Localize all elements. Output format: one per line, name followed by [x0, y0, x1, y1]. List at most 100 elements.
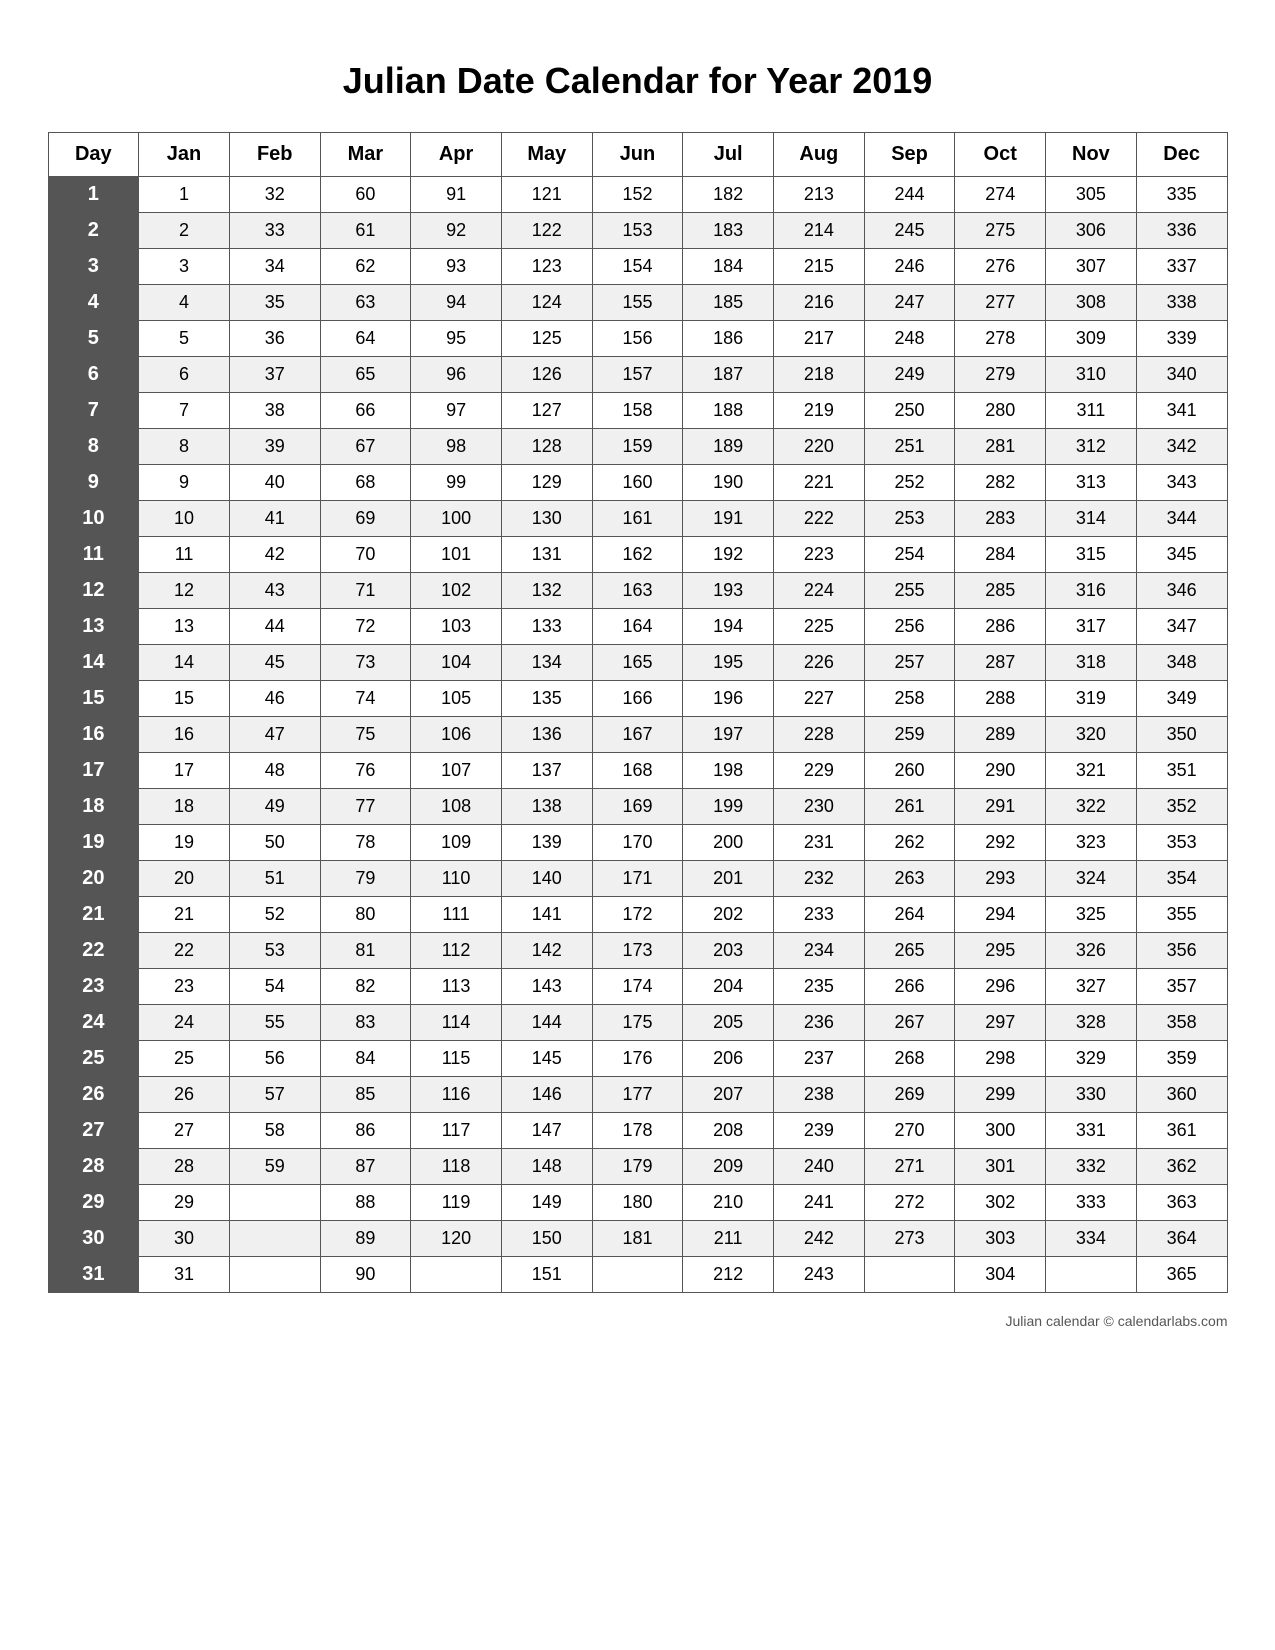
julian-day-cell-mar: 67: [320, 429, 411, 465]
julian-day-cell-sep: 247: [864, 285, 955, 321]
julian-day-cell-nov: 323: [1046, 825, 1137, 861]
julian-day-cell-dec: 349: [1136, 681, 1227, 717]
julian-day-cell-feb: 48: [229, 753, 320, 789]
table-row: 22225381112142173203234265295326356: [48, 933, 1227, 969]
julian-day-cell-mar: 88: [320, 1185, 411, 1221]
julian-day-cell-aug: 229: [774, 753, 865, 789]
julian-day-cell-jan: 17: [139, 753, 230, 789]
table-row: 44356394124155185216247277308338: [48, 285, 1227, 321]
julian-day-cell-dec: 363: [1136, 1185, 1227, 1221]
julian-day-cell-aug: 222: [774, 501, 865, 537]
julian-day-cell-sep: 248: [864, 321, 955, 357]
julian-day-cell-mar: 63: [320, 285, 411, 321]
julian-day-cell-nov: 332: [1046, 1149, 1137, 1185]
julian-day-cell-jun: 171: [592, 861, 683, 897]
julian-day-cell-oct: 302: [955, 1185, 1046, 1221]
day-cell: 30: [48, 1221, 139, 1257]
julian-day-cell-jan: 21: [139, 897, 230, 933]
column-header-nov: Nov: [1046, 133, 1137, 177]
julian-day-cell-sep: 263: [864, 861, 955, 897]
julian-day-cell-jun: 169: [592, 789, 683, 825]
julian-day-cell-feb: 57: [229, 1077, 320, 1113]
julian-day-cell-may: 140: [501, 861, 592, 897]
julian-day-cell-oct: 275: [955, 213, 1046, 249]
table-row: 10104169100130161191222253283314344: [48, 501, 1227, 537]
julian-day-cell-jan: 31: [139, 1257, 230, 1293]
julian-day-cell-aug: 218: [774, 357, 865, 393]
julian-day-cell-sep: 267: [864, 1005, 955, 1041]
julian-day-cell-sep: 244: [864, 177, 955, 213]
julian-day-cell-jun: 163: [592, 573, 683, 609]
julian-day-cell-jan: 15: [139, 681, 230, 717]
julian-day-cell-jun: 172: [592, 897, 683, 933]
julian-day-cell-nov: 312: [1046, 429, 1137, 465]
julian-day-cell-feb: 49: [229, 789, 320, 825]
julian-day-cell-jun: 159: [592, 429, 683, 465]
julian-day-cell-jan: 5: [139, 321, 230, 357]
day-cell: 23: [48, 969, 139, 1005]
julian-day-cell-sep: 251: [864, 429, 955, 465]
julian-day-cell-may: 122: [501, 213, 592, 249]
day-cell: 3: [48, 249, 139, 285]
julian-day-cell-oct: 304: [955, 1257, 1046, 1293]
julian-day-cell-nov: 308: [1046, 285, 1137, 321]
table-row: 22336192122153183214245275306336: [48, 213, 1227, 249]
julian-day-cell-dec: 335: [1136, 177, 1227, 213]
julian-day-cell-jun: 170: [592, 825, 683, 861]
julian-day-cell-jan: 1: [139, 177, 230, 213]
julian-day-cell-feb: 47: [229, 717, 320, 753]
day-cell: 17: [48, 753, 139, 789]
julian-day-cell-jan: 11: [139, 537, 230, 573]
julian-day-cell-apr: 111: [411, 897, 502, 933]
julian-day-cell-may: 151: [501, 1257, 592, 1293]
julian-day-cell-jan: 30: [139, 1221, 230, 1257]
julian-day-cell-mar: 83: [320, 1005, 411, 1041]
julian-day-cell-jan: 16: [139, 717, 230, 753]
julian-day-cell-jan: 12: [139, 573, 230, 609]
julian-day-cell-nov: 325: [1046, 897, 1137, 933]
julian-day-cell-feb: 51: [229, 861, 320, 897]
julian-day-cell-nov: 314: [1046, 501, 1137, 537]
julian-day-cell-oct: 281: [955, 429, 1046, 465]
julian-day-cell-mar: 73: [320, 645, 411, 681]
julian-day-cell-oct: 284: [955, 537, 1046, 573]
julian-day-cell-feb: 36: [229, 321, 320, 357]
julian-day-cell-sep: 246: [864, 249, 955, 285]
julian-day-cell-apr: 107: [411, 753, 502, 789]
day-cell: 18: [48, 789, 139, 825]
julian-day-cell-jul: 203: [683, 933, 774, 969]
julian-day-cell-dec: 362: [1136, 1149, 1227, 1185]
julian-day-cell-dec: 365: [1136, 1257, 1227, 1293]
julian-day-cell-jun: 156: [592, 321, 683, 357]
table-row: 18184977108138169199230261291322352: [48, 789, 1227, 825]
julian-day-cell-jun: 161: [592, 501, 683, 537]
julian-day-cell-sep: 271: [864, 1149, 955, 1185]
julian-day-cell-apr: 104: [411, 645, 502, 681]
julian-day-cell-feb: 32: [229, 177, 320, 213]
julian-day-cell-mar: 70: [320, 537, 411, 573]
julian-day-cell-mar: 75: [320, 717, 411, 753]
julian-day-cell-apr: 103: [411, 609, 502, 645]
julian-day-cell-jan: 13: [139, 609, 230, 645]
julian-day-cell-oct: 295: [955, 933, 1046, 969]
julian-day-cell-nov: 334: [1046, 1221, 1137, 1257]
julian-day-cell-dec: 342: [1136, 429, 1227, 465]
table-row: 313190151212243304365: [48, 1257, 1227, 1293]
julian-day-cell-dec: 347: [1136, 609, 1227, 645]
julian-day-cell-mar: 86: [320, 1113, 411, 1149]
julian-day-cell-jul: 212: [683, 1257, 774, 1293]
julian-day-cell-jun: 153: [592, 213, 683, 249]
julian-day-cell-dec: 340: [1136, 357, 1227, 393]
julian-day-cell-jul: 184: [683, 249, 774, 285]
julian-day-cell-sep: 257: [864, 645, 955, 681]
julian-calendar-table: DayJanFebMarAprMayJunJulAugSepOctNovDec …: [48, 132, 1228, 1293]
day-cell: 31: [48, 1257, 139, 1293]
julian-day-cell-nov: 310: [1046, 357, 1137, 393]
julian-day-cell-mar: 77: [320, 789, 411, 825]
julian-day-cell-mar: 72: [320, 609, 411, 645]
julian-day-cell-mar: 61: [320, 213, 411, 249]
table-row: 28285987118148179209240271301332362: [48, 1149, 1227, 1185]
julian-day-cell-aug: 215: [774, 249, 865, 285]
julian-day-cell-jul: 185: [683, 285, 774, 321]
julian-day-cell-dec: 346: [1136, 573, 1227, 609]
